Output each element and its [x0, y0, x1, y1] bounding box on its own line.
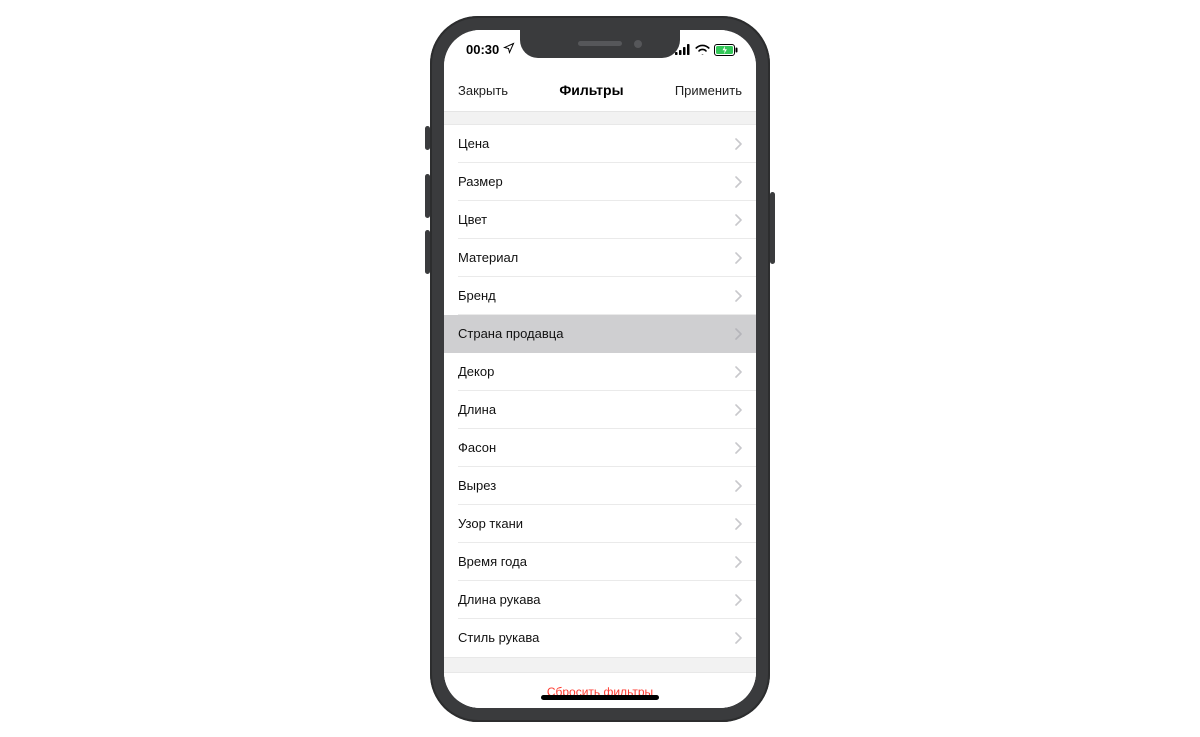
filter-row[interactable]: Длина рукава	[444, 581, 756, 619]
status-right	[675, 44, 738, 56]
chevron-right-icon	[735, 252, 742, 264]
filter-row-label: Размер	[458, 174, 503, 189]
close-button[interactable]: Закрыть	[458, 83, 508, 98]
status-left: 00:30	[466, 42, 515, 57]
filter-row[interactable]: Длина	[444, 391, 756, 429]
chevron-right-icon	[735, 176, 742, 188]
filter-row-label: Материал	[458, 250, 518, 265]
wifi-icon	[695, 44, 710, 55]
home-indicator	[541, 695, 659, 700]
phone-power-button	[770, 192, 775, 264]
filter-row-label: Длина рукава	[458, 592, 540, 607]
chevron-right-icon	[735, 138, 742, 150]
chevron-right-icon	[735, 556, 742, 568]
chevron-right-icon	[735, 366, 742, 378]
filter-row-label: Время года	[458, 554, 527, 569]
filter-row-label: Фасон	[458, 440, 496, 455]
filter-row-label: Бренд	[458, 288, 496, 303]
phone-front-camera	[634, 40, 642, 48]
filter-list: Цена Размер Цвет Материал Бренд Страна продав…	[444, 124, 756, 658]
filter-row[interactable]: Фасон	[444, 429, 756, 467]
filter-row[interactable]: Вырез	[444, 467, 756, 505]
filter-row[interactable]: Размер	[444, 163, 756, 201]
filter-row[interactable]: Время года	[444, 543, 756, 581]
filter-row[interactable]: Страна продавца	[444, 315, 756, 353]
battery-charging-icon	[714, 44, 738, 56]
chevron-right-icon	[735, 594, 742, 606]
location-arrow-icon	[503, 42, 515, 57]
chevron-right-icon	[735, 632, 742, 644]
filters-content: Цена Размер Цвет Материал Бренд Страна продав…	[444, 124, 756, 708]
filter-row[interactable]: Бренд	[444, 277, 756, 315]
filter-row-label: Стиль рукава	[458, 630, 539, 645]
filter-row[interactable]: Декор	[444, 353, 756, 391]
filter-row-label: Цена	[458, 136, 489, 151]
phone-notch	[520, 30, 680, 58]
reset-filters-button[interactable]: Сбросить фильтры	[444, 672, 756, 708]
filter-row-label: Страна продавца	[458, 326, 563, 341]
phone-screen: 00:30	[444, 30, 756, 708]
chevron-right-icon	[735, 290, 742, 302]
phone-mockup: 00:30	[430, 16, 770, 722]
filter-row[interactable]: Узор ткани	[444, 505, 756, 543]
chevron-right-icon	[735, 214, 742, 226]
chevron-right-icon	[735, 518, 742, 530]
filter-row[interactable]: Цвет	[444, 201, 756, 239]
filter-row-label: Цвет	[458, 212, 487, 227]
phone-speaker	[578, 41, 622, 46]
chevron-right-icon	[735, 328, 742, 340]
filter-row[interactable]: Материал	[444, 239, 756, 277]
filter-row-label: Декор	[458, 364, 494, 379]
apply-button[interactable]: Применить	[675, 83, 742, 98]
status-time: 00:30	[466, 42, 499, 57]
filter-row-label: Узор ткани	[458, 516, 523, 531]
filter-row[interactable]: Цена	[444, 125, 756, 163]
filter-row-label: Длина	[458, 402, 496, 417]
chevron-right-icon	[735, 404, 742, 416]
page-title: Фильтры	[559, 82, 623, 98]
chevron-right-icon	[735, 480, 742, 492]
filter-row[interactable]: Стиль рукава	[444, 619, 756, 657]
phone-frame: 00:30	[430, 16, 770, 722]
chevron-right-icon	[735, 442, 742, 454]
nav-bar: Закрыть Фильтры Применить	[444, 70, 756, 112]
filter-row-label: Вырез	[458, 478, 496, 493]
